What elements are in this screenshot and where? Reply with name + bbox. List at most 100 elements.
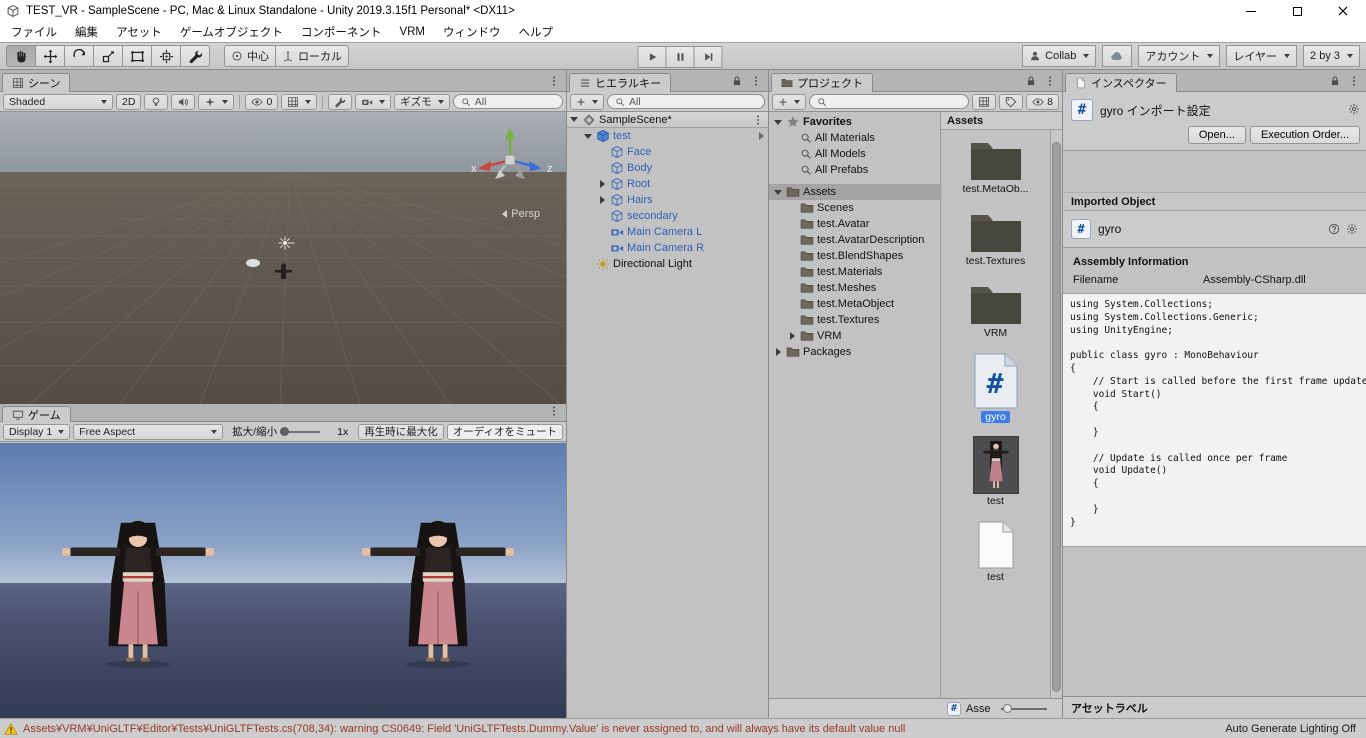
orientation-toggle-button[interactable]: ローカル bbox=[275, 45, 349, 67]
folder-test-textures[interactable]: test.Textures bbox=[769, 312, 940, 328]
aspect-dropdown[interactable]: Free Aspect bbox=[73, 423, 224, 440]
hierarchy-item-main-camera-r[interactable]: Main Camera R bbox=[567, 240, 768, 256]
asset-labels-section[interactable]: アセットラベル bbox=[1063, 696, 1366, 718]
execution-order-button[interactable]: Execution Order... bbox=[1249, 126, 1360, 144]
status-bar[interactable]: Assets¥VRM¥UniGLTF¥Editor¥Tests¥UniGLTFT… bbox=[0, 718, 1366, 738]
menu-help[interactable]: ヘルプ bbox=[510, 22, 563, 42]
collab-dropdown[interactable]: Collab bbox=[1022, 45, 1097, 67]
hierarchy-item-root[interactable]: Root bbox=[567, 176, 768, 192]
folder-test-avatar[interactable]: test.Avatar bbox=[769, 216, 940, 232]
favorite-all-prefabs[interactable]: All Prefabs bbox=[769, 162, 940, 178]
cloud-button[interactable] bbox=[1102, 45, 1133, 67]
folder-test-metaobject[interactable]: test.MetaObject bbox=[769, 296, 940, 312]
asset-item-folder[interactable]: test.Textures bbox=[941, 208, 1050, 267]
lock-icon[interactable] bbox=[1329, 75, 1341, 87]
scale-slider[interactable] bbox=[280, 427, 321, 436]
grid-dropdown[interactable] bbox=[281, 93, 318, 110]
pivot-toggle-button[interactable]: 中心 bbox=[224, 45, 276, 67]
asset-pane-breadcrumb[interactable]: Assets bbox=[941, 112, 1062, 130]
panel-menu-icon[interactable] bbox=[750, 75, 762, 87]
layers-dropdown[interactable]: レイヤー bbox=[1226, 45, 1298, 67]
packages-root-folder[interactable]: Packages bbox=[769, 344, 940, 360]
tool-settings-button[interactable] bbox=[328, 93, 353, 110]
gear-icon[interactable] bbox=[1346, 223, 1358, 235]
tab-game[interactable]: ゲーム bbox=[2, 406, 71, 422]
folder-test-avatardescription[interactable]: test.AvatarDescription bbox=[769, 232, 940, 248]
hierarchy-item-directional-light[interactable]: Directional Light bbox=[567, 256, 768, 272]
folder-test-meshes[interactable]: test.Meshes bbox=[769, 280, 940, 296]
lock-icon[interactable] bbox=[1025, 75, 1037, 87]
hierarchy-item-hairs[interactable]: Hairs bbox=[567, 192, 768, 208]
folder-vrm[interactable]: VRM bbox=[769, 328, 940, 344]
hierarchy-item-secondary[interactable]: secondary bbox=[567, 208, 768, 224]
console-status-message[interactable]: Assets¥VRM¥UniGLTF¥Editor¥Tests¥UniGLTFT… bbox=[23, 723, 1220, 735]
hierarchy-item-body[interactable]: Body bbox=[567, 160, 768, 176]
rect-tool-button[interactable] bbox=[122, 45, 152, 67]
scene-options-icon[interactable] bbox=[752, 114, 764, 126]
foldout-expanded-icon[interactable] bbox=[773, 119, 783, 125]
menu-assets[interactable]: アセット bbox=[107, 22, 171, 42]
asset-item-folder[interactable]: VRM bbox=[941, 280, 1050, 339]
move-tool-button[interactable] bbox=[35, 45, 65, 67]
prefab-open-arrow-icon[interactable] bbox=[759, 132, 764, 140]
gizmos-dropdown[interactable]: ギズモ bbox=[394, 93, 450, 110]
game-viewport[interactable] bbox=[0, 443, 566, 718]
rotate-tool-button[interactable] bbox=[64, 45, 94, 67]
menu-file[interactable]: ファイル bbox=[2, 22, 66, 42]
menu-component[interactable]: コンポーネント bbox=[292, 22, 391, 42]
scene-camera-dropdown[interactable] bbox=[355, 93, 392, 110]
asset-item-folder[interactable]: test.MetaOb... bbox=[941, 136, 1050, 195]
effects-dropdown[interactable] bbox=[198, 93, 235, 110]
help-icon[interactable] bbox=[1328, 223, 1340, 235]
asset-item-model[interactable]: test bbox=[941, 436, 1050, 507]
open-button[interactable]: Open... bbox=[1187, 126, 1246, 144]
folder-test-blendshapes[interactable]: test.BlendShapes bbox=[769, 248, 940, 264]
favorite-all-materials[interactable]: All Materials bbox=[769, 130, 940, 146]
draw-mode-dropdown[interactable]: Shaded bbox=[3, 93, 113, 110]
maximize-button[interactable] bbox=[1274, 0, 1320, 22]
slider-knob[interactable] bbox=[280, 427, 290, 436]
scene-viewport[interactable]: . bbox=[0, 112, 566, 404]
hierarchy-search-field[interactable]: All bbox=[607, 94, 765, 109]
projection-toggle[interactable]: Persp bbox=[502, 208, 540, 220]
create-object-dropdown[interactable] bbox=[570, 93, 604, 110]
scrollbar-thumb[interactable] bbox=[1052, 142, 1061, 692]
panel-menu-icon[interactable] bbox=[548, 405, 560, 417]
foldout-collapsed-icon[interactable] bbox=[773, 348, 783, 356]
tab-project[interactable]: プロジェクト bbox=[771, 73, 873, 92]
slider-knob[interactable] bbox=[1003, 703, 1013, 713]
folder-scenes[interactable]: Scenes bbox=[769, 200, 940, 216]
scene-lighting-toggle[interactable] bbox=[144, 93, 169, 110]
tab-scene[interactable]: シーン bbox=[2, 73, 71, 92]
lighting-status-label[interactable]: Auto Generate Lighting Off bbox=[1225, 723, 1356, 735]
hidden-packages-toggle[interactable]: 8 bbox=[1026, 93, 1059, 110]
favorite-all-models[interactable]: All Models bbox=[769, 146, 940, 162]
close-button[interactable] bbox=[1320, 0, 1366, 22]
layout-dropdown[interactable]: 2 by 3 bbox=[1303, 45, 1360, 67]
foldout-collapsed-icon[interactable] bbox=[597, 180, 607, 188]
panel-menu-icon[interactable] bbox=[1044, 75, 1056, 87]
foldout-expanded-icon[interactable] bbox=[583, 133, 593, 139]
folder-test-materials[interactable]: test.Materials bbox=[769, 264, 940, 280]
menu-edit[interactable]: 編集 bbox=[66, 22, 107, 42]
foldout-expanded-icon[interactable] bbox=[773, 189, 783, 195]
maximize-on-play-toggle[interactable]: 再生時に最大化 bbox=[358, 423, 444, 440]
hand-tool-button[interactable] bbox=[6, 45, 36, 67]
thumbnail-zoom-slider[interactable] bbox=[1001, 703, 1048, 713]
minimize-button[interactable] bbox=[1228, 0, 1274, 22]
tab-inspector[interactable]: インスペクター bbox=[1065, 73, 1177, 92]
scene-orientation-gizmo[interactable]: x z bbox=[464, 120, 556, 196]
hierarchy-item-main-camera-l[interactable]: Main Camera L bbox=[567, 224, 768, 240]
pause-button[interactable] bbox=[665, 46, 695, 68]
axis-x-label[interactable]: x bbox=[471, 163, 477, 175]
search-by-type-button[interactable] bbox=[972, 93, 997, 110]
foldout-collapsed-icon[interactable] bbox=[787, 332, 797, 340]
custom-tool-button[interactable] bbox=[180, 45, 210, 67]
asset-item-document[interactable]: test bbox=[941, 520, 1050, 583]
mute-audio-toggle[interactable]: オーディオをミュート bbox=[446, 423, 563, 440]
panel-menu-icon[interactable] bbox=[1348, 75, 1360, 87]
create-asset-dropdown[interactable] bbox=[772, 93, 806, 110]
display-dropdown[interactable]: Display 1 bbox=[3, 423, 71, 440]
play-button[interactable] bbox=[637, 46, 667, 68]
white-prop-object[interactable] bbox=[246, 259, 260, 267]
